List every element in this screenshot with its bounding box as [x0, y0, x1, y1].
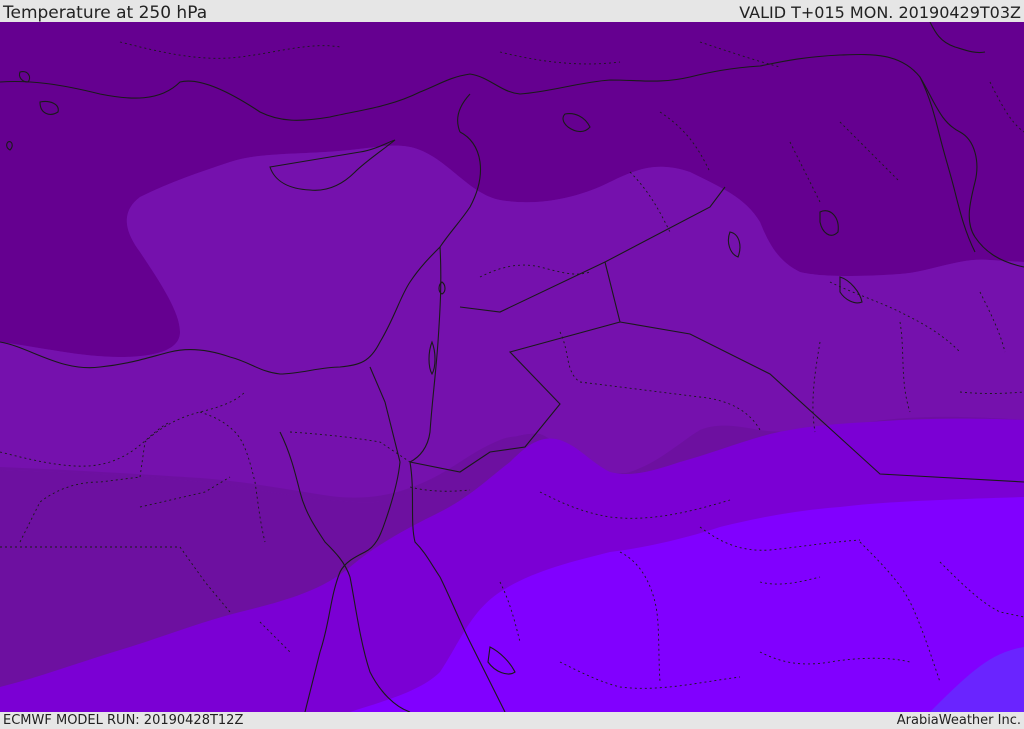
map-header: Temperature at 250 hPa VALID T+015 MON. … — [0, 0, 1024, 23]
map-title: Temperature at 250 hPa — [3, 3, 208, 23]
map-footer: ECMWF MODEL RUN: 20190428T12Z ArabiaWeat… — [0, 712, 1024, 729]
temperature-map[interactable] — [0, 22, 1024, 712]
model-run-label: ECMWF MODEL RUN: 20190428T12Z — [3, 713, 244, 728]
valid-time: VALID T+015 MON. 20190429T03Z — [739, 3, 1021, 22]
map-canvas — [0, 22, 1024, 712]
brand-label: ArabiaWeather Inc. — [896, 713, 1021, 728]
